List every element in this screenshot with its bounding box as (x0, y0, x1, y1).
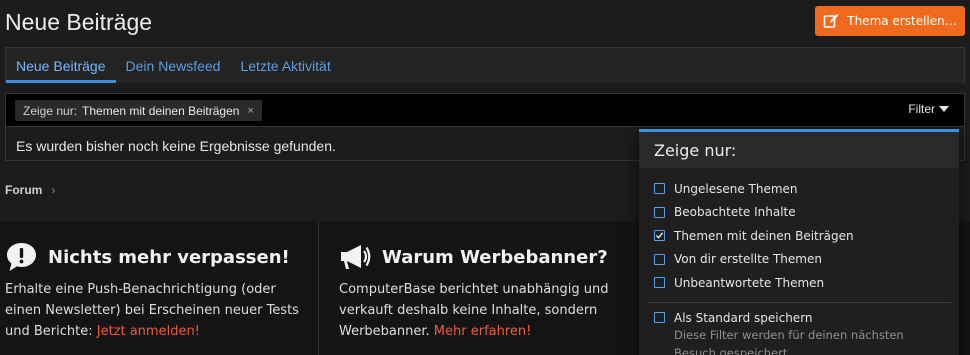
breadcrumb-forum[interactable]: Forum (5, 183, 42, 197)
new-thread-label: Thema erstellen… (847, 14, 957, 28)
filter-option-watched[interactable]: Beobachtete Inhalte (639, 201, 959, 225)
tab-latest-activity[interactable]: Letzte Aktivität (230, 48, 340, 83)
promo-notifications-title: Nichts mehr verpassen! (48, 246, 290, 268)
checkbox-checked[interactable] (654, 230, 665, 242)
caret-down-icon (939, 106, 949, 112)
megaphone-icon (341, 245, 371, 269)
checkbox[interactable] (654, 183, 665, 195)
breadcrumb: Forum › (5, 183, 55, 197)
promo-ads-title: Warum Werbebanner? (382, 246, 608, 268)
new-thread-button[interactable]: Thema erstellen… (815, 6, 965, 36)
filter-option-started[interactable]: Von dir erstellte Themen (639, 248, 959, 272)
filter-chip-label: Zeige nur: (23, 103, 78, 118)
filter-option-label: Von dir erstellte Themen (674, 252, 822, 267)
active-filter-chip[interactable]: Zeige nur: Themen mit deinen Beiträgen × (15, 100, 262, 121)
speech-bubble-exclamation-icon (7, 243, 36, 271)
filter-options: Ungelesene Themen Beobachtete Inhalte Th… (639, 168, 959, 295)
filter-option-label: Themen mit deinen Beiträgen (674, 228, 854, 243)
page-title: Neue Beiträge (5, 9, 153, 35)
promo-notifications: Nichts mehr verpassen! Erhalte eine Push… (5, 241, 310, 342)
checkmark-icon (655, 232, 664, 240)
promo-ads-text: ComputerBase berichtet unabhängig und ve… (339, 279, 639, 342)
filter-option-unread[interactable]: Ungelesene Themen (639, 177, 959, 201)
tab-newsfeed[interactable]: Dein Newsfeed (116, 48, 231, 83)
menu-divider (647, 301, 951, 303)
filter-menu: Zeige nur: Ungelesene Themen Beobachtete… (639, 129, 959, 355)
filter-option-participated[interactable]: Themen mit deinen Beiträgen (639, 224, 959, 248)
promo-ads: Warum Werbebanner? ComputerBase berichte… (339, 241, 639, 342)
filter-option-label: Ungelesene Themen (674, 181, 798, 196)
active-filters-bar: Zeige nur: Themen mit deinen Beiträgen ×… (6, 94, 964, 127)
checkbox[interactable] (654, 277, 665, 289)
filter-chip-value: Themen mit deinen Beiträgen (82, 103, 240, 118)
close-icon[interactable]: × (247, 105, 253, 117)
learn-more-link[interactable]: Mehr erfahren! (434, 324, 532, 339)
checkbox[interactable] (654, 253, 665, 265)
chevron-right-icon: › (51, 183, 56, 197)
empty-results-message: Es wurden bisher noch keine Ergebnisse g… (16, 138, 336, 154)
subscribe-link[interactable]: Jetzt anmelden! (97, 324, 200, 339)
filter-toggle-label: Filter (908, 102, 935, 116)
save-default-option[interactable]: Als Standard speichern (639, 310, 959, 326)
tab-new-posts[interactable]: Neue Beiträge (6, 48, 116, 83)
filter-option-unanswered[interactable]: Unbeantwortete Themen (639, 271, 959, 295)
filter-option-label: Unbeantwortete Themen (674, 275, 825, 290)
save-default-hint: Diese Filter werden für deinen nächsten … (674, 327, 904, 355)
tab-bar: Neue Beiträge Dein Newsfeed Letzte Aktiv… (5, 47, 965, 83)
checkbox[interactable] (654, 206, 665, 218)
save-default-label: Als Standard speichern (674, 310, 813, 325)
filter-menu-header: Zeige nur: (639, 132, 959, 168)
checkbox[interactable] (654, 312, 665, 323)
edit-icon (823, 14, 839, 28)
filter-option-label: Beobachtete Inhalte (674, 205, 796, 220)
promo-notifications-text: Erhalte eine Push-Benachrichtigung (oder… (5, 279, 310, 342)
filter-dropdown-toggle[interactable]: Filter (908, 102, 949, 116)
promo-divider (318, 221, 319, 355)
